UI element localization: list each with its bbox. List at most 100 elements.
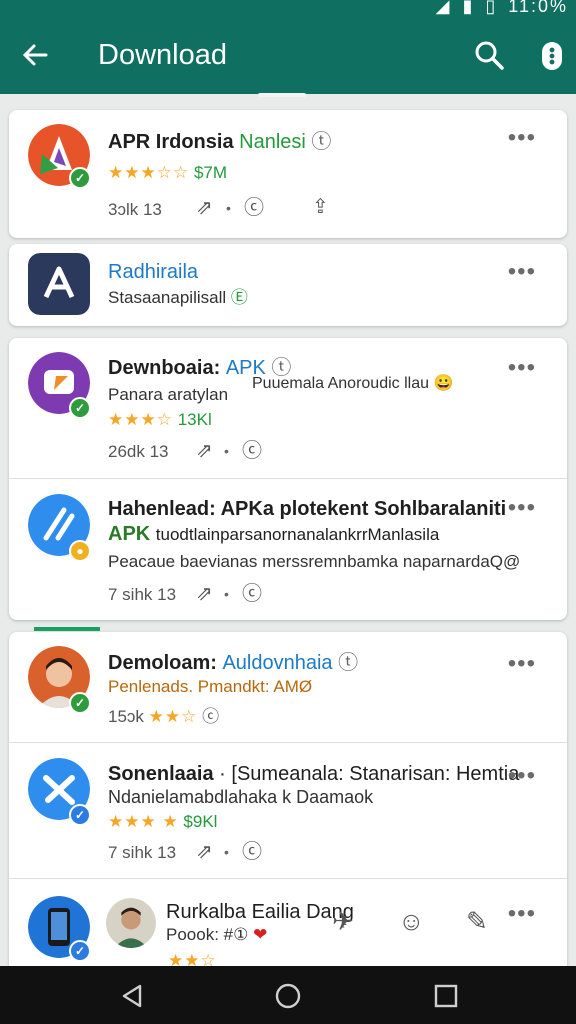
back-button[interactable] bbox=[20, 36, 50, 84]
edit-icon[interactable]: ✎ bbox=[466, 908, 488, 934]
item-divider bbox=[9, 878, 567, 879]
separator-dot: • bbox=[224, 443, 229, 459]
more-button[interactable]: ••• bbox=[508, 764, 536, 788]
subtitle-text: Stasaanapilisall bbox=[108, 288, 227, 307]
count-label: 26dk 13 bbox=[108, 442, 169, 461]
partial-rating-row: ★★☆ bbox=[168, 951, 217, 966]
share-icon[interactable]: ⇗ bbox=[196, 583, 213, 605]
pending-badge-icon: ● bbox=[69, 540, 91, 562]
nav-back-button[interactable] bbox=[118, 982, 146, 1010]
list-item[interactable] bbox=[9, 244, 567, 326]
nav-back-icon bbox=[122, 984, 142, 1008]
item-title: Sonenlaaia · [Sumeanala: Stanarisan: Hem… bbox=[108, 762, 519, 786]
check-badge-icon: ✓ bbox=[69, 692, 91, 714]
scroll-handle[interactable] bbox=[258, 93, 306, 97]
subtitle-text: Poook: #① bbox=[166, 925, 249, 944]
count-label: 7 sihk 13 bbox=[108, 843, 177, 862]
info-icon[interactable]: ⓒ bbox=[242, 841, 262, 863]
item-subtitle: Ndanielamabdlahaka k Daamaok bbox=[108, 787, 374, 807]
tag-icon: ⓣ bbox=[338, 652, 359, 674]
arrow-left-icon bbox=[22, 44, 48, 66]
app-bar: Download bbox=[0, 18, 576, 94]
check-badge-icon: ✓ bbox=[69, 167, 91, 189]
item-subtitle: Poook: #① ❤ bbox=[166, 924, 267, 946]
signal-icon: ◢ bbox=[435, 0, 452, 16]
app-icon bbox=[28, 253, 90, 315]
count-label: 15ɔk bbox=[108, 707, 144, 726]
more-button[interactable]: ••• bbox=[508, 356, 536, 380]
item-title: APR Irdonsia Nanlesi ⓣ bbox=[108, 130, 331, 154]
item-line2-text: tuodtlainparsanornanalankrrManlasila bbox=[155, 525, 440, 544]
rating-label: $7M bbox=[193, 163, 228, 182]
status-bar: ◢ ▮ ▯ 11:0% bbox=[0, 0, 576, 18]
rating-row: ★★★☆ 13Kl bbox=[108, 409, 212, 431]
item-description: Peacaue baevianas merssremnbamka naparna… bbox=[108, 552, 521, 571]
heart-icon[interactable]: ❤ bbox=[253, 925, 267, 944]
more-button[interactable]: ••• bbox=[508, 260, 536, 284]
separator-dot: • bbox=[224, 844, 229, 860]
rating-stars-icon: ★★★ ★ bbox=[108, 812, 179, 831]
rating-stars-icon: ★★★☆ bbox=[108, 410, 173, 429]
verified-icon: Ⓔ bbox=[230, 288, 248, 307]
battery-icon: ▯ bbox=[485, 0, 498, 16]
rating-label: $9Kl bbox=[183, 812, 218, 831]
share-icon[interactable]: ⇗ bbox=[196, 440, 213, 462]
item-subtitle: Stasaanapilisall Ⓔ bbox=[108, 287, 248, 309]
nav-home-icon bbox=[275, 983, 301, 1009]
download-icon[interactable]: ⇪ bbox=[312, 196, 329, 218]
section-indicator bbox=[34, 627, 100, 631]
rating-row: ★★★ ★ $9Kl bbox=[108, 811, 217, 833]
item-title-text: APR Irdonsia bbox=[108, 131, 234, 153]
rating-label: 13Kl bbox=[177, 410, 212, 429]
info-icon[interactable]: ⓒ bbox=[244, 197, 264, 219]
more-button[interactable]: ••• bbox=[508, 902, 536, 926]
tag-icon: ⓣ bbox=[311, 131, 332, 153]
share-icon[interactable]: ⇗ bbox=[196, 197, 213, 219]
wifi-icon: ▮ bbox=[462, 0, 475, 16]
item-title-text: Sonenlaaia bbox=[108, 763, 214, 785]
rating-stars-icon: ★★☆ bbox=[148, 707, 198, 726]
comment-icon[interactable]: ☺ bbox=[398, 908, 425, 934]
item-title: Radhiraila bbox=[108, 261, 199, 283]
count-label: 3ɔlk 13 bbox=[108, 200, 162, 219]
search-button[interactable] bbox=[472, 38, 506, 72]
item-title-rest: · [Sumeanala: Stanarisan: Hemtia bbox=[219, 763, 520, 785]
status-time: 11:0% bbox=[508, 0, 568, 16]
item-divider bbox=[9, 478, 567, 479]
info-icon[interactable]: ⓒ bbox=[202, 707, 219, 726]
info-icon[interactable]: ⓒ bbox=[242, 583, 262, 605]
rating-row: ★★★☆☆ $7M bbox=[108, 162, 227, 184]
nav-recents-button[interactable] bbox=[432, 982, 460, 1010]
status-icons: ◢ ▮ ▯ 11:0% bbox=[432, 0, 568, 17]
nav-home-button[interactable] bbox=[274, 982, 302, 1010]
overflow-menu-icon bbox=[542, 42, 562, 70]
info-icon[interactable]: ⓒ bbox=[242, 440, 262, 462]
item-title: Rurkalba Eailia Dang bbox=[166, 901, 354, 923]
page-title: Download bbox=[98, 39, 227, 71]
more-button[interactable]: ••• bbox=[508, 496, 536, 520]
item-subtitle: Panara aratylan bbox=[108, 385, 229, 404]
more-button[interactable]: ••• bbox=[508, 126, 536, 150]
search-icon bbox=[475, 41, 504, 70]
item-title: Hahenlead: APKa plotekent Sohlbaralaniti bbox=[108, 498, 507, 520]
item-subtitle: Penlenads. Pmandkt: AMØ bbox=[108, 677, 313, 696]
separator-dot: • bbox=[224, 586, 229, 602]
count-label: 7 sihk 13 bbox=[108, 585, 177, 604]
rating-stars-icon: ★★★☆☆ bbox=[108, 163, 190, 182]
overflow-menu-button[interactable] bbox=[540, 38, 564, 74]
pin-icon[interactable]: ✈ bbox=[332, 908, 354, 934]
share-icon[interactable]: ⇗ bbox=[196, 841, 213, 863]
navigation-bar bbox=[0, 966, 576, 1024]
item-title-text: Demoloam: bbox=[108, 652, 217, 674]
check-badge-icon: ✓ bbox=[69, 804, 91, 826]
more-button[interactable]: ••• bbox=[508, 652, 536, 676]
floating-text: Puuemala Anoroudic llau 😀 bbox=[252, 375, 454, 392]
check-badge-icon: ✓ bbox=[69, 397, 91, 419]
check-badge-icon: ✓ bbox=[69, 940, 91, 962]
item-divider bbox=[9, 742, 567, 743]
item-title: Demoloam: Auldovnhaia ⓣ bbox=[108, 651, 358, 675]
separator-dot: • bbox=[226, 200, 231, 216]
nav-recents-icon bbox=[434, 984, 458, 1008]
item-tag: Nanlesi bbox=[239, 131, 306, 153]
item-line2: APK tuodtlainparsanornanalankrrManlasila bbox=[108, 522, 439, 547]
